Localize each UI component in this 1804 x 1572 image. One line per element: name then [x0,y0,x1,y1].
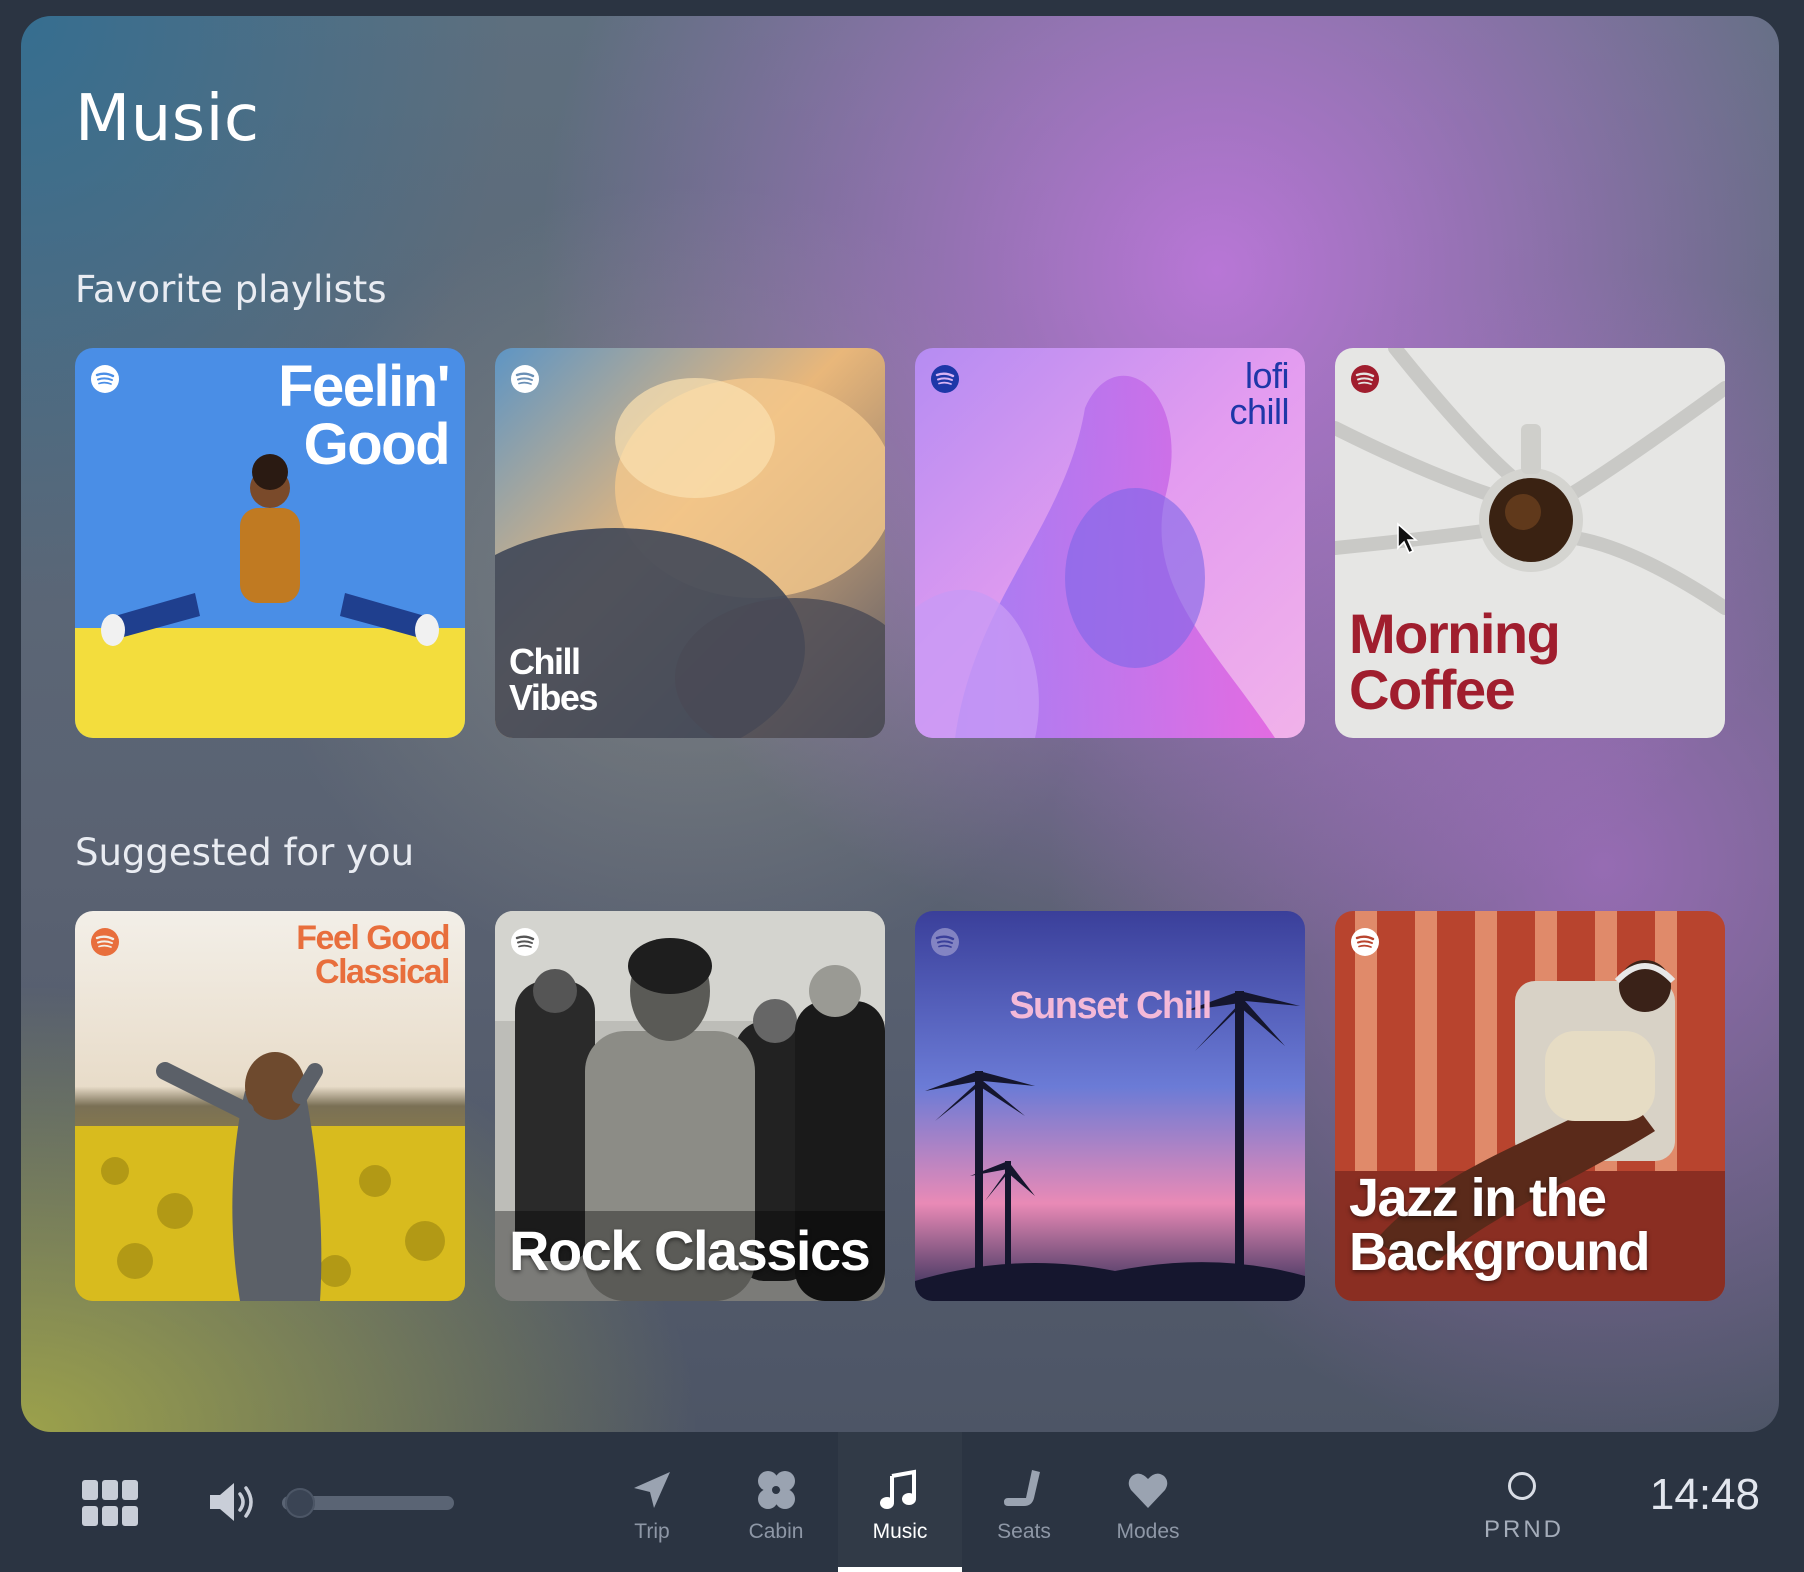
page-title: Music [75,82,260,156]
playlist-card-feel-good-classical[interactable]: Feel Good Classical [75,911,465,1301]
favorite-playlists-row: Feelin' Good Chill Vibes lofi chill Morn… [75,348,1725,738]
spotify-logo-icon [1351,365,1379,393]
playlist-title: Feelin' Good [278,354,450,477]
nav-item-label: Modes [1116,1520,1180,1543]
speaker-icon[interactable] [208,1478,258,1526]
playlist-title: Sunset Chill [1009,985,1212,1027]
playlist-card-chill-vibes[interactable]: Chill Vibes [495,348,885,738]
volume-slider-handle[interactable] [285,1488,316,1518]
clock: 14:48 [1649,1470,1760,1519]
playlist-title: Feel Good Classical [296,919,450,991]
music-note-icon [880,1469,916,1509]
nav-item-music[interactable]: Music [838,1432,962,1572]
playlist-title: Rock Classics [509,1219,871,1282]
spotify-logo-icon [1351,928,1379,956]
playlist-title: lofi chill [1229,355,1289,432]
playlist-card-rock-classics[interactable]: Rock Classics [495,911,885,1301]
nav-item-label: Cabin [748,1520,804,1543]
music-panel: Music Favorite playlists Feelin' Good Ch… [21,16,1779,1432]
spotify-logo-icon [511,365,539,393]
playlist-card-jazz-in-the-background[interactable]: Jazz in the Background [1335,911,1725,1301]
bottom-bar: Trip Cabin Music Seats Modes PRND 14:48 [0,1432,1804,1572]
playlist-card-morning-coffee[interactable]: Morning Coffee [1335,348,1725,738]
nav-item-seats[interactable]: Seats [962,1432,1086,1572]
suggested-playlists-row: Feel Good Classical Rock Classics Sunset… [75,911,1725,1301]
nav-item-label: Music [872,1520,928,1543]
spotify-logo-icon [511,928,539,956]
playlist-card-feelin-good[interactable]: Feelin' Good [75,348,465,738]
fan-icon [758,1471,795,1509]
playlist-title: Morning Coffee [1349,602,1561,721]
volume-slider[interactable] [282,1488,454,1518]
navigation-arrow-icon [634,1472,670,1508]
playlist-card-sunset-chill[interactable]: Sunset Chill [915,911,1305,1301]
spotify-logo-icon [931,928,959,956]
spotify-logo-icon [931,365,959,393]
favorite-playlists-heading: Favorite playlists [75,268,387,311]
gear-selector-label: PRND [1483,1516,1564,1543]
playlist-title: Jazz in the Background [1349,1168,1651,1282]
gear-indicator [1508,1472,1536,1500]
spotify-logo-icon [91,365,119,393]
suggested-for-you-heading: Suggested for you [75,831,415,874]
seat-icon [1004,1470,1040,1506]
nav-item-trip[interactable]: Trip [590,1432,714,1572]
playlist-card-lofi-chill[interactable]: lofi chill [915,348,1305,738]
nav-item-label: Trip [634,1520,670,1543]
playlist-title: Chill Vibes [509,641,598,718]
nav-item-cabin[interactable]: Cabin [714,1432,838,1572]
nav-item-modes[interactable]: Modes [1086,1432,1210,1572]
heart-icon [1128,1473,1168,1508]
nav-item-label: Seats [997,1520,1051,1543]
grid-icon[interactable] [82,1480,138,1528]
playlist-cover-image [915,911,1305,1301]
spotify-logo-icon [91,928,119,956]
